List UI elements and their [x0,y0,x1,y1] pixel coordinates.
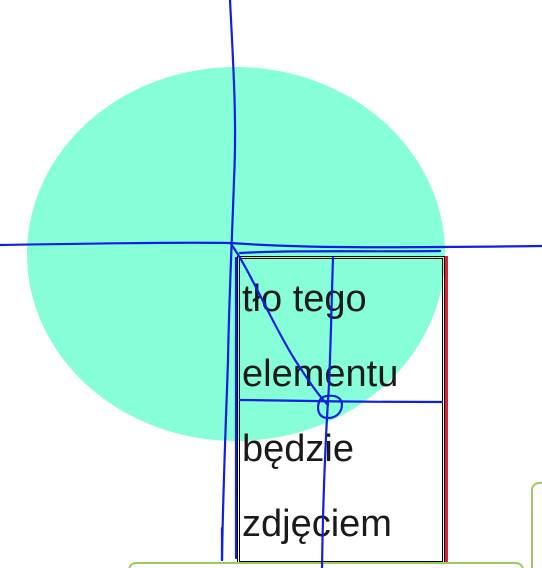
box-text: tło tego elementu będzie zdjęciem [242,262,452,562]
right-card [531,482,542,568]
box-text-line-2: elementu [242,353,399,395]
canvas: tło tego elementu będzie zdjęciem [0,0,542,568]
bottom-card [128,562,524,568]
box-text-line-4: zdjęciem [242,503,392,545]
box-text-line-3: będzie [242,428,354,470]
box-text-line-1: tło tego [242,278,367,320]
